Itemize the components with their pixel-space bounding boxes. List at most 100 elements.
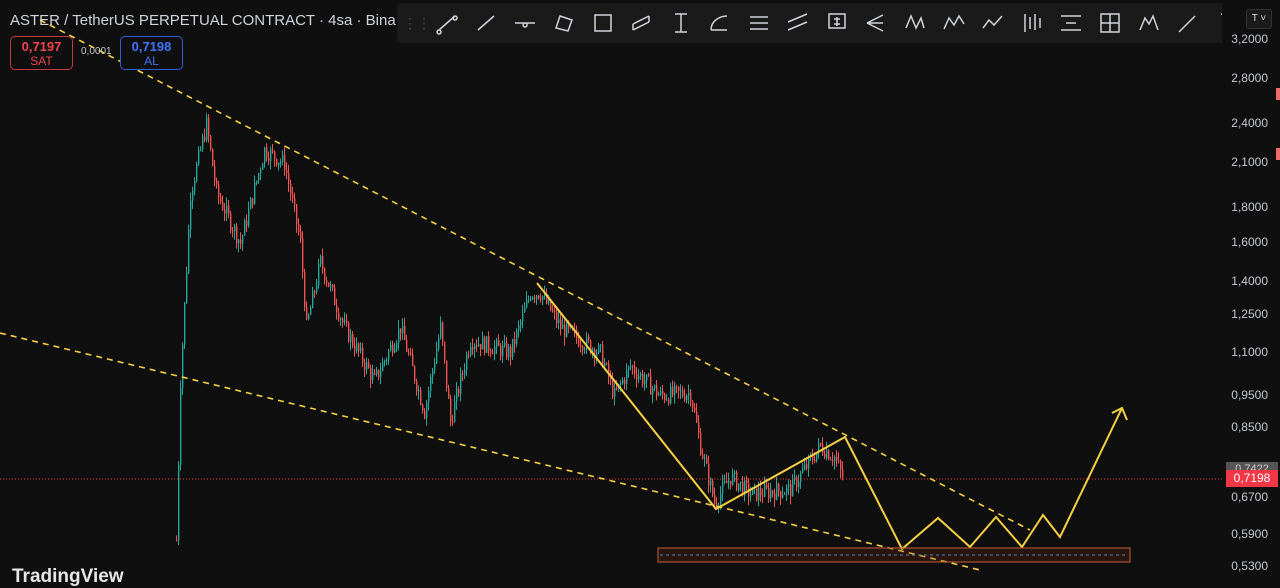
candle: [246, 220, 248, 226]
candle: [786, 486, 788, 494]
price-tick: 1,2500: [1231, 307, 1268, 322]
candle: [286, 170, 288, 174]
candle: [718, 504, 720, 506]
ray-icon[interactable]: [466, 5, 505, 41]
candle: [186, 272, 188, 303]
disjoint-channel-icon[interactable]: [622, 5, 661, 41]
candle: [238, 239, 240, 244]
candle: [398, 328, 400, 343]
bars-pattern-icon[interactable]: [1012, 5, 1051, 41]
candle: [826, 450, 828, 458]
candle: [226, 205, 228, 214]
text-range-icon[interactable]: [661, 5, 700, 41]
candle: [508, 346, 510, 358]
candle: [338, 312, 340, 320]
candle: [660, 391, 662, 394]
candle: [556, 311, 558, 323]
buy-button[interactable]: 0,7198 AL: [120, 36, 183, 70]
rectangle-icon[interactable]: [583, 5, 622, 41]
upper-trendline[interactable]: [39, 19, 1031, 531]
date-price-range-icon[interactable]: [1051, 5, 1090, 41]
candle: [788, 484, 790, 487]
candle: [300, 232, 302, 239]
candle: [220, 196, 222, 202]
candle: [256, 180, 258, 183]
candle: [666, 399, 668, 401]
candle: [584, 349, 586, 351]
trend-line-icon[interactable]: [427, 5, 466, 41]
candle: [188, 229, 190, 273]
parallel-channel-icon[interactable]: [544, 5, 583, 41]
candle: [446, 360, 448, 388]
sell-button[interactable]: 0,7197 SAT: [10, 36, 73, 70]
price-tick: 1,4000: [1231, 274, 1268, 289]
projection-path[interactable]: [536, 282, 1123, 551]
candle: [346, 320, 348, 324]
candle: [182, 344, 184, 389]
candle: [194, 181, 196, 191]
candle: [470, 347, 472, 356]
candle: [434, 363, 436, 371]
candle: [714, 495, 716, 504]
candle: [312, 291, 314, 309]
candle: [282, 154, 284, 162]
candle: [746, 480, 748, 484]
candle: [722, 482, 724, 494]
candle: [642, 374, 644, 384]
xabcd-pattern-icon[interactable]: [895, 5, 934, 41]
candle: [218, 184, 220, 197]
candle: [690, 392, 692, 402]
candle: [244, 220, 246, 236]
candle: [704, 458, 706, 460]
candle: [696, 411, 698, 423]
elliott-wave-icon[interactable]: [934, 5, 973, 41]
pitchfork-icon[interactable]: [856, 5, 895, 41]
price-note-icon[interactable]: [817, 5, 856, 41]
candle: [356, 343, 358, 352]
flat-channel-icon[interactable]: [778, 5, 817, 41]
candle: [318, 264, 320, 286]
candle: [276, 158, 278, 166]
candle: [274, 151, 276, 159]
price-tick: 1,1000: [1231, 344, 1268, 359]
symbol-title[interactable]: ASTER / TetherUS PERPETUAL CONTRACT · 4s…: [10, 12, 396, 29]
candle: [268, 157, 270, 162]
currency-dropdown[interactable]: T ˅: [1246, 9, 1272, 29]
fib-channel-icon[interactable]: [1090, 5, 1129, 41]
candle: [180, 388, 182, 466]
candle: [348, 323, 350, 342]
candle: [380, 371, 382, 378]
candle: [762, 495, 764, 497]
price-range-icon[interactable]: [739, 5, 778, 41]
drag-handle-icon[interactable]: ⋮⋮: [403, 15, 431, 32]
spread: 0,0001: [81, 46, 112, 57]
buy-price: 0,7198: [131, 39, 172, 54]
candle: [298, 224, 300, 233]
candle: [500, 345, 502, 357]
candle: [214, 166, 216, 181]
horizontal-ray-icon[interactable]: [505, 5, 544, 41]
candle: [222, 201, 224, 210]
candle: [278, 162, 280, 166]
candle: [334, 287, 336, 305]
price-chart[interactable]: [0, 0, 1280, 579]
candle: [622, 379, 624, 384]
lower-trendline[interactable]: [0, 332, 981, 571]
candle: [478, 344, 480, 347]
buy-label: AL: [144, 54, 159, 68]
candle: [304, 272, 306, 308]
head-shoulders-icon[interactable]: [1129, 5, 1168, 41]
arc-icon[interactable]: [700, 5, 739, 41]
price-tick: 0,9500: [1231, 387, 1268, 402]
tradingview-logo[interactable]: TradingView: [12, 566, 124, 588]
candle: [428, 391, 430, 403]
path-icon[interactable]: [973, 5, 1012, 41]
candle: [376, 369, 378, 375]
candle: [224, 209, 226, 214]
candle: [664, 394, 666, 401]
price-axis[interactable]: T ˅ 3,2000 2,8000 2,4000 2,1000 1,8000 1,6000…: [1222, 0, 1280, 579]
candle: [366, 362, 368, 370]
candle: [796, 477, 798, 488]
candle: [686, 395, 688, 401]
brush-icon[interactable]: [1168, 5, 1207, 41]
